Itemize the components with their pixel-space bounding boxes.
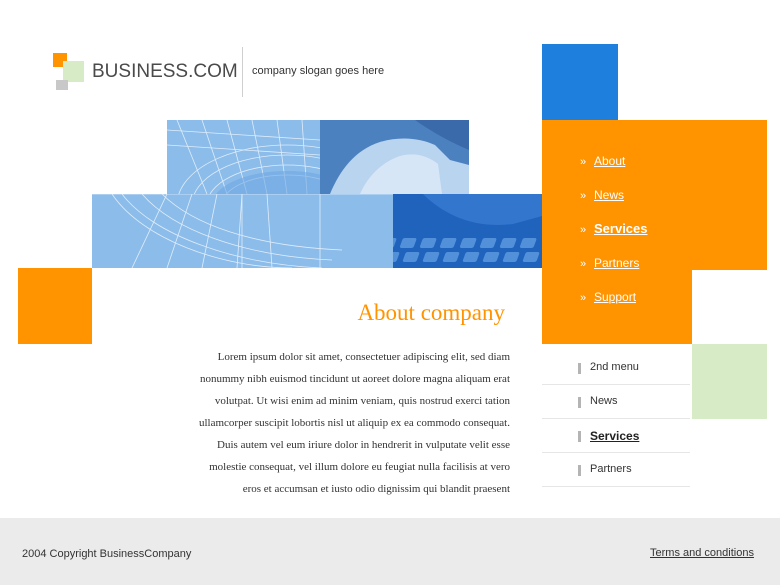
banner-image-hand	[320, 120, 469, 194]
logo[interactable]: BUSINESS.COM	[92, 61, 238, 83]
nav-item-about[interactable]: » About	[580, 154, 625, 168]
body-line: ullamcorper suscipit lobortis nisl ut al…	[199, 417, 510, 429]
body-line: eros et accumsan et iusto odio dignissim…	[242, 483, 510, 495]
bullet-bar-icon	[578, 465, 581, 476]
banner-image-keyboard	[393, 194, 542, 268]
banner-image-wireframe-top	[167, 120, 320, 194]
body-line: molestie consequat, vel illum dolore eu …	[209, 461, 510, 473]
double-chevron-icon: »	[580, 190, 587, 202]
submenu-item-news[interactable]: News	[542, 385, 690, 419]
nav-item-services[interactable]: » Services	[580, 221, 648, 236]
bullet-bar-icon	[578, 431, 581, 442]
nav-item-partners[interactable]: » Partners	[580, 256, 639, 270]
body-line: nonummy nibh euismod tincidunt ut aoreet…	[199, 373, 510, 385]
decorative-orange-block	[18, 268, 92, 344]
logo-square-gray	[56, 80, 68, 90]
body-line: volutpat. Ut wisi enim ad minim veniam, …	[214, 395, 510, 407]
double-chevron-icon: »	[580, 224, 587, 236]
page-heading: About company	[357, 300, 505, 325]
decorative-blue-block	[542, 44, 618, 120]
double-chevron-icon: »	[580, 156, 587, 168]
banner-image-wireframe-bottom	[92, 194, 393, 268]
bullet-bar-icon	[578, 363, 581, 374]
bullet-bar-icon	[578, 397, 581, 408]
nav-panel-extension	[542, 270, 692, 344]
double-chevron-icon: »	[580, 258, 587, 270]
decorative-green-block	[692, 344, 767, 419]
double-chevron-icon: »	[580, 292, 587, 304]
submenu-item-partners[interactable]: Partners	[542, 453, 690, 487]
nav-item-news[interactable]: » News	[580, 188, 624, 202]
logo-square-green	[63, 61, 84, 82]
terms-link[interactable]: Terms and conditions	[650, 547, 754, 559]
submenu-item-services[interactable]: Services	[542, 419, 690, 453]
copyright-text: 2004 Copyright BusinessCompany	[22, 548, 192, 560]
submenu-item-2nd-menu[interactable]: 2nd menu	[542, 351, 690, 385]
nav-panel	[542, 120, 767, 270]
body-text: Lorem ipsum dolor sit amet, consectetuer…	[150, 346, 510, 500]
body-line: Lorem ipsum dolor sit amet, consectetuer…	[217, 351, 510, 363]
nav-item-support[interactable]: » Support	[580, 290, 636, 304]
body-line: Duis autem vel eum iriure dolor in hendr…	[217, 439, 510, 451]
slogan: company slogan goes here	[252, 65, 385, 77]
header-divider	[242, 47, 243, 97]
